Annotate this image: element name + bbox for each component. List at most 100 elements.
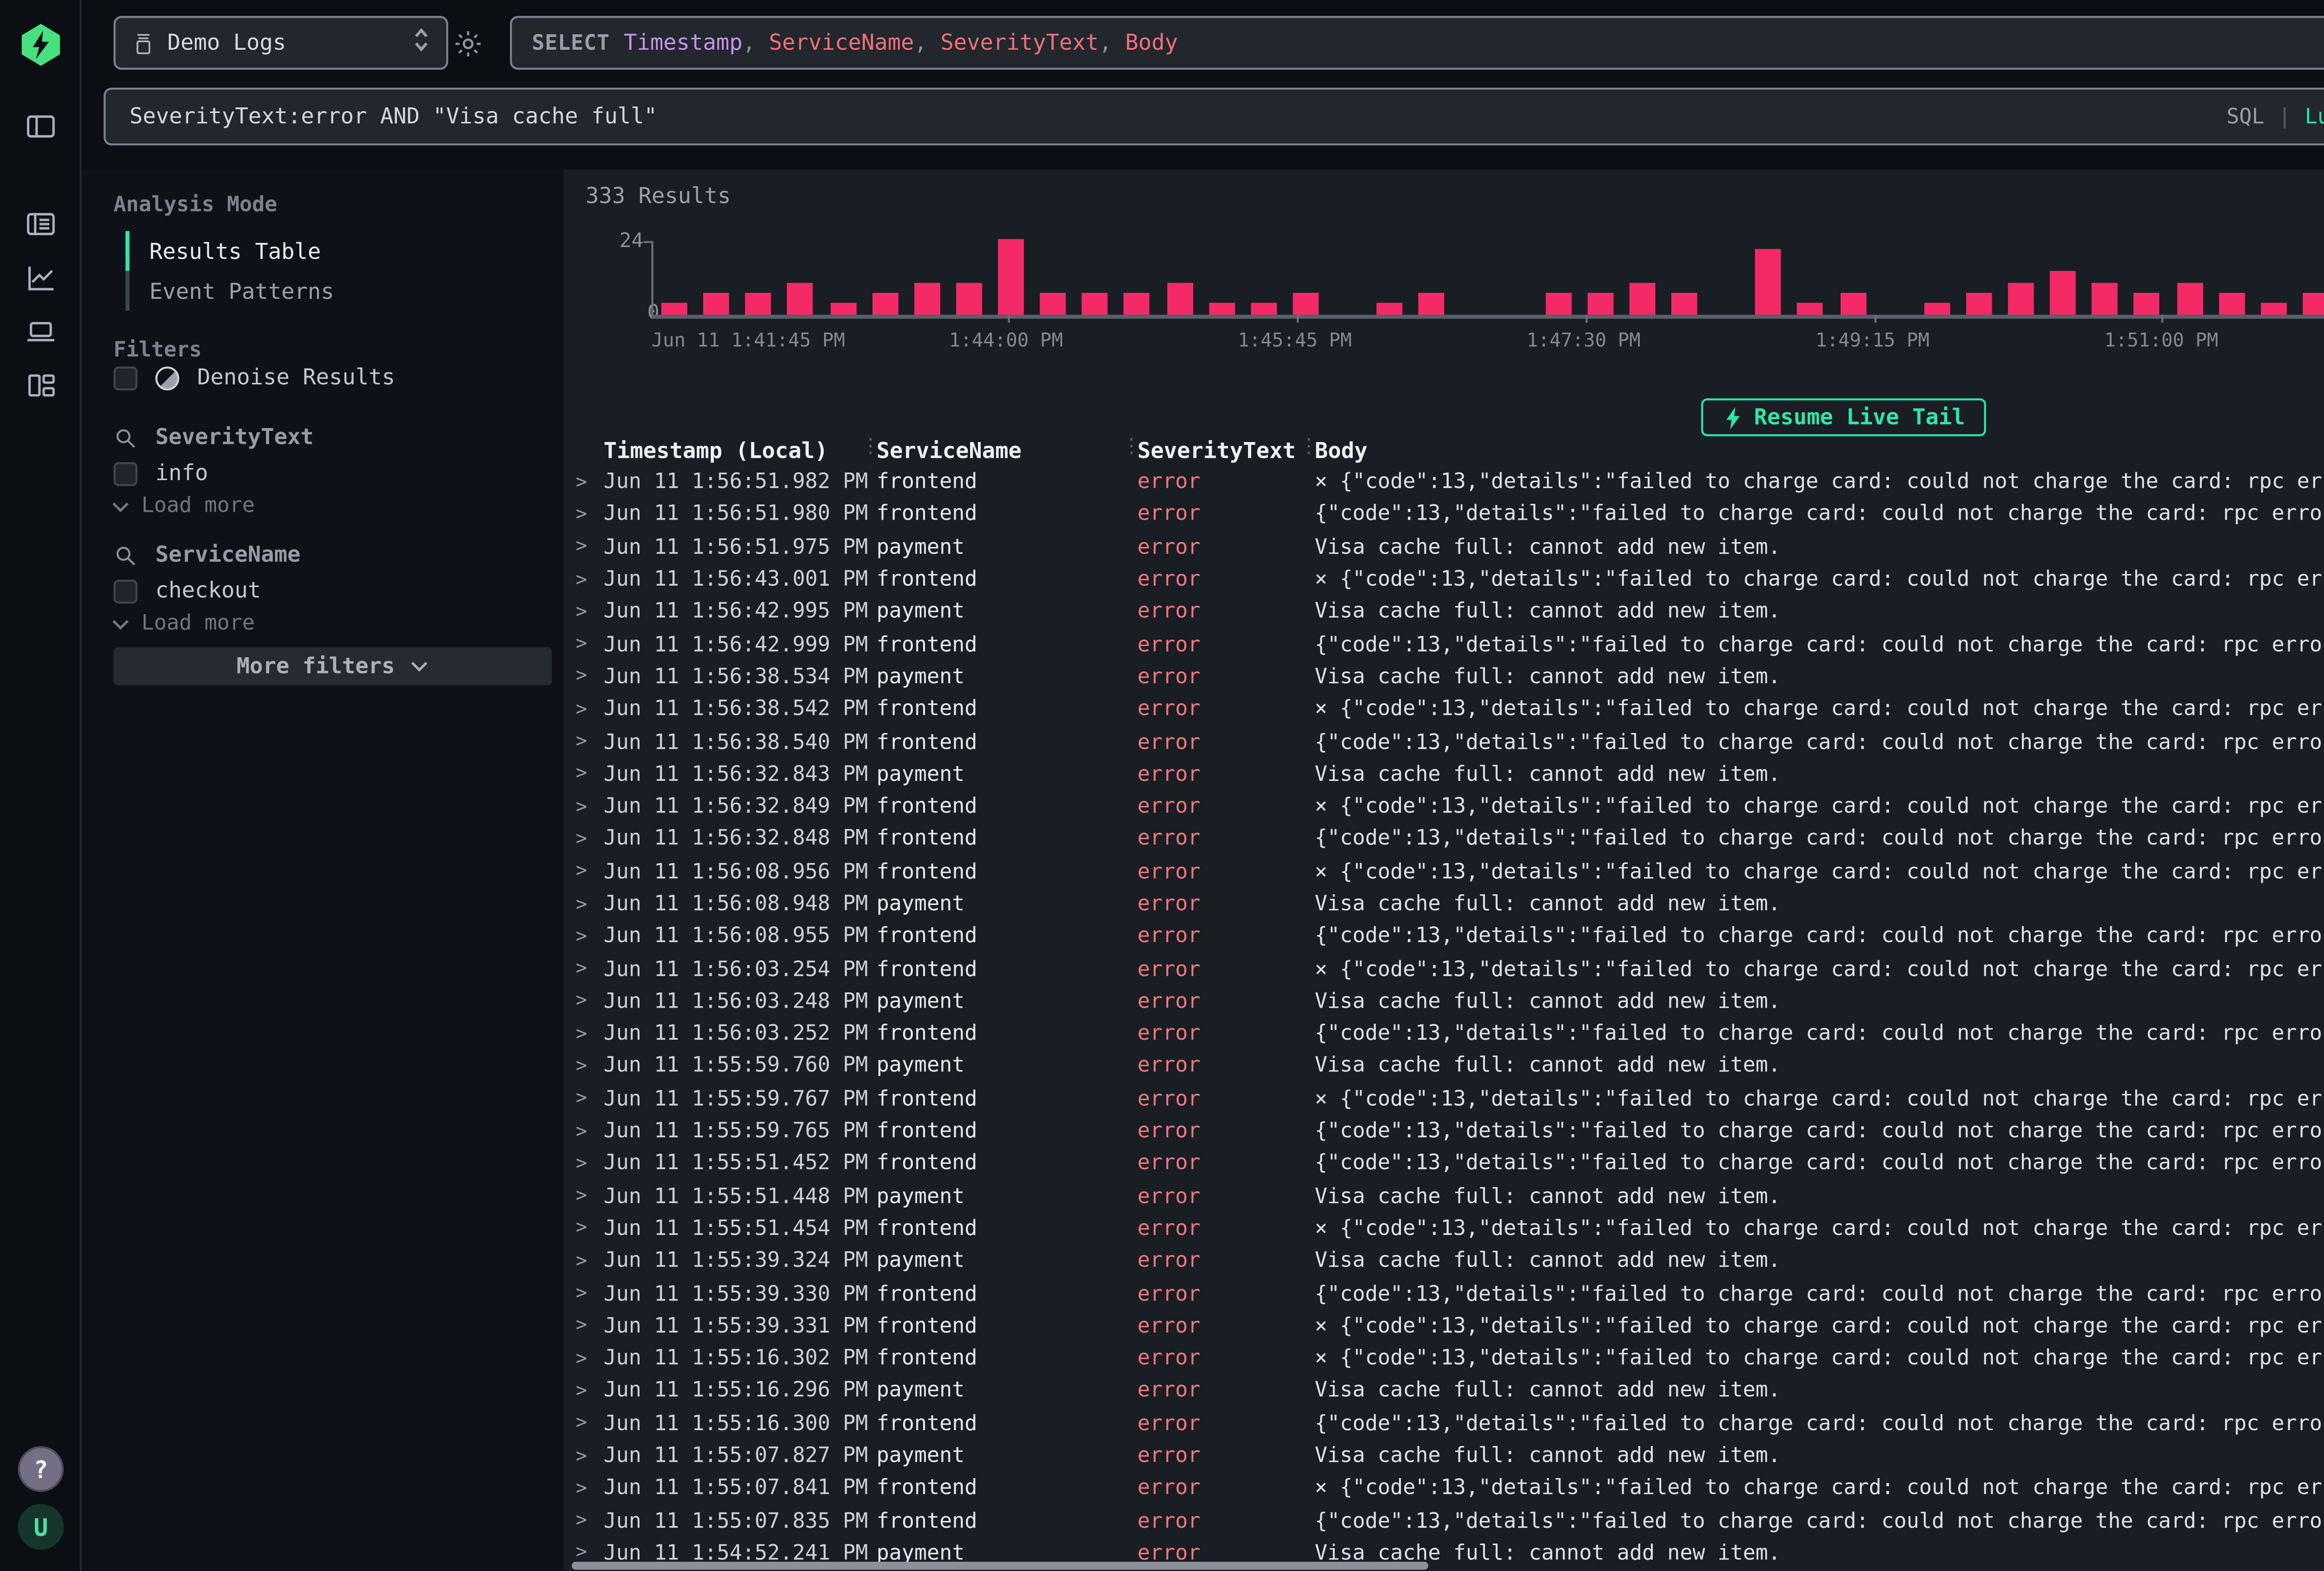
row-expand-chevron[interactable]: > [572,1445,604,1467]
log-row[interactable]: >Jun 11 1:55:07.841 PMfrontenderror× {"c… [572,1472,2324,1505]
histogram-bar[interactable] [1166,283,1192,315]
histogram-bar[interactable] [1629,283,1655,315]
row-expand-chevron[interactable]: > [572,1153,604,1175]
column-header-body[interactable]: Body [1315,437,2324,463]
histogram-bar[interactable] [2260,302,2286,315]
histogram-bar[interactable] [1419,293,1445,315]
row-expand-chevron[interactable]: > [572,828,604,850]
histogram-bar[interactable] [1250,302,1276,315]
row-expand-chevron[interactable]: > [572,569,604,591]
log-row[interactable]: >Jun 11 1:55:59.767 PMfrontenderror× {"c… [572,1083,2324,1116]
log-row[interactable]: >Jun 11 1:55:51.454 PMfrontenderror× {"c… [572,1213,2324,1245]
denoise-checkbox[interactable] [113,365,137,389]
log-row[interactable]: >Jun 11 1:56:38.540 PMfrontenderror{"cod… [572,726,2324,759]
log-row[interactable]: >Jun 11 1:55:16.302 PMfrontenderror× {"c… [572,1343,2324,1375]
column-header-severitytext[interactable]: SeverityText [1137,437,1314,463]
row-expand-chevron[interactable]: > [572,1088,604,1110]
row-expand-chevron[interactable]: > [572,601,604,623]
row-expand-chevron[interactable]: > [572,926,604,948]
histogram-bar[interactable] [1924,302,1950,315]
row-expand-chevron[interactable]: > [572,1186,604,1208]
row-expand-chevron[interactable]: > [572,536,604,558]
log-row[interactable]: >Jun 11 1:56:03.248 PMpaymenterrorVisa c… [572,985,2324,1018]
row-expand-chevron[interactable]: > [572,1348,604,1370]
histogram-bar[interactable] [914,283,940,315]
log-row[interactable]: >Jun 11 1:56:08.956 PMfrontenderror× {"c… [572,856,2324,888]
row-expand-chevron[interactable]: > [572,1510,604,1532]
log-row[interactable]: >Jun 11 1:55:39.324 PMpaymenterrorVisa c… [572,1245,2324,1278]
log-row[interactable]: >Jun 11 1:55:51.448 PMpaymenterrorVisa c… [572,1180,2324,1213]
histogram-bar[interactable] [2092,283,2118,315]
histogram-bar[interactable] [1966,293,1992,315]
log-row[interactable]: >Jun 11 1:56:08.955 PMfrontenderror{"cod… [572,921,2324,953]
tab-results-table[interactable]: Results Table [125,231,334,271]
laptop-icon[interactable] [24,315,58,349]
log-row[interactable]: >Jun 11 1:56:08.948 PMpaymenterrorVisa c… [572,888,2324,921]
row-expand-chevron[interactable]: > [572,1250,604,1272]
column-drag-handle-icon[interactable]: ⋮ [1299,436,1319,458]
histogram-bar[interactable] [956,283,982,315]
select-clause-input[interactable]: SELECT Timestamp, ServiceName, SeverityT… [510,16,2324,70]
column-header-timestamp-local-[interactable]: Timestamp (Local) [604,437,877,463]
row-expand-chevron[interactable]: > [572,764,604,786]
histogram-bar[interactable] [1208,302,1235,315]
log-row[interactable]: >Jun 11 1:56:51.982 PMfrontenderror× {"c… [572,466,2324,499]
histogram-bar[interactable] [2176,283,2202,315]
row-expand-chevron[interactable]: > [572,1023,604,1045]
gear-icon[interactable] [452,28,484,60]
help-button[interactable]: ? [18,1446,64,1492]
log-row[interactable]: >Jun 11 1:55:07.827 PMpaymenterrorVisa c… [572,1440,2324,1472]
histogram-bar[interactable] [830,302,856,315]
row-expand-chevron[interactable]: > [572,1218,604,1240]
horizontal-scrollbar-thumb[interactable] [572,1562,1428,1570]
app-logo-icon[interactable] [18,22,64,68]
row-expand-chevron[interactable]: > [572,1283,604,1305]
histogram-bar[interactable] [1587,293,1613,315]
row-expand-chevron[interactable]: > [572,796,604,818]
histogram-bar[interactable] [2303,293,2324,315]
log-row[interactable]: >Jun 11 1:56:38.542 PMfrontenderror× {"c… [572,693,2324,726]
source-selector[interactable]: Demo Logs [113,16,448,70]
histogram-bar[interactable] [788,283,814,315]
row-expand-chevron[interactable]: > [572,958,604,980]
filter-option-checkbox[interactable] [113,579,137,602]
row-expand-chevron[interactable]: > [572,991,604,1013]
panel-left-icon[interactable] [24,110,58,144]
histogram-bar[interactable] [1756,249,1782,315]
filter-option-checkout[interactable]: checkout [113,578,261,604]
log-row[interactable]: >Jun 11 1:56:03.252 PMfrontenderror{"cod… [572,1018,2324,1050]
log-row[interactable]: >Jun 11 1:56:32.849 PMfrontenderror× {"c… [572,791,2324,823]
resume-live-tail-button[interactable]: Resume Live Tail [1700,398,1987,436]
histogram-bar[interactable] [2218,293,2245,315]
column-header-servicename[interactable]: ServiceName [877,437,1137,463]
load-more-button[interactable]: Load more [112,612,255,635]
row-expand-chevron[interactable]: > [572,1380,604,1402]
more-filters-button[interactable]: More filters [113,647,552,685]
filter-option-checkbox[interactable] [113,461,137,485]
log-row[interactable]: >Jun 11 1:56:03.254 PMfrontenderror× {"c… [572,953,2324,986]
log-row[interactable]: >Jun 11 1:55:51.452 PMfrontenderror{"cod… [572,1148,2324,1181]
query-language-toggle[interactable]: SQL | Lucene [2226,105,2324,128]
log-row[interactable]: >Jun 11 1:55:39.331 PMfrontenderror× {"c… [572,1310,2324,1343]
histogram-bar[interactable] [1293,293,1319,315]
histogram-bar[interactable] [703,293,729,315]
histogram-bar[interactable] [1124,293,1150,315]
histogram-bar[interactable] [1840,293,1866,315]
language-option-sql[interactable]: SQL [2226,105,2264,128]
log-row[interactable]: >Jun 11 1:56:38.534 PMpaymenterrorVisa c… [572,661,2324,693]
histogram-bar[interactable] [1545,293,1571,315]
row-expand-chevron[interactable]: > [572,1315,604,1337]
log-row[interactable]: >Jun 11 1:56:42.995 PMpaymenterrorVisa c… [572,596,2324,628]
filter-option-info[interactable]: info [113,460,208,486]
notebook-icon[interactable] [24,207,58,241]
histogram-bar[interactable] [1671,293,1697,315]
row-expand-chevron[interactable]: > [572,731,604,753]
histogram-bar[interactable] [1377,302,1403,315]
histogram-bar[interactable] [746,293,772,315]
row-expand-chevron[interactable]: > [572,1478,604,1499]
row-expand-chevron[interactable]: > [572,1121,604,1142]
log-row[interactable]: >Jun 11 1:56:32.843 PMpaymenterrorVisa c… [572,758,2324,791]
log-row[interactable]: >Jun 11 1:56:51.975 PMpaymenterrorVisa c… [572,531,2324,564]
log-row[interactable]: >Jun 11 1:56:43.001 PMfrontenderror× {"c… [572,563,2324,596]
row-expand-chevron[interactable]: > [572,1056,604,1077]
